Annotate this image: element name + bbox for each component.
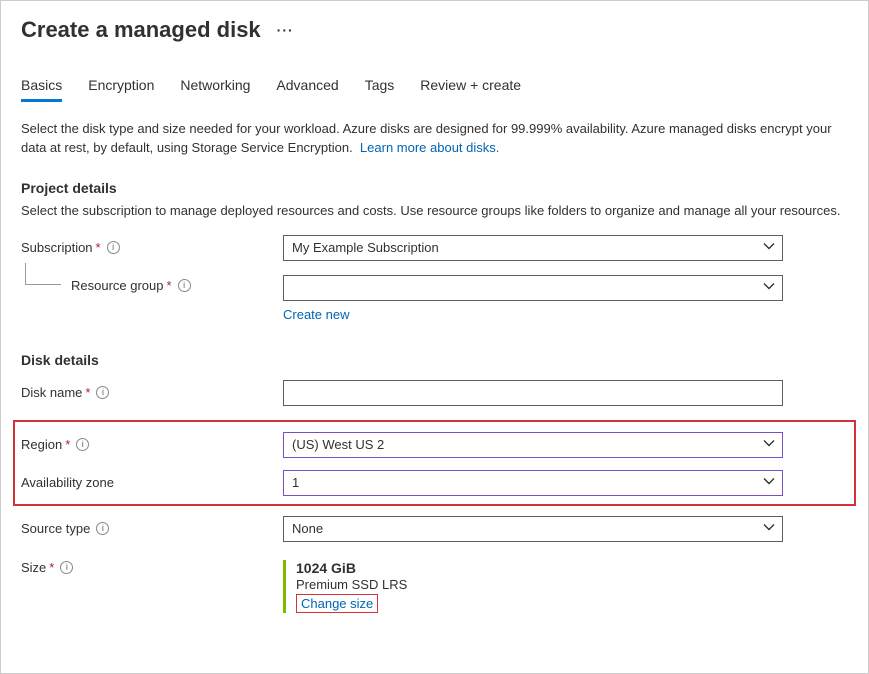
tab-encryption[interactable]: Encryption <box>88 77 154 102</box>
label-resource-group: Resource group <box>71 278 164 293</box>
intro-text: Select the disk type and size needed for… <box>21 120 848 158</box>
subscription-value: My Example Subscription <box>292 240 439 255</box>
label-region: Region <box>21 437 62 452</box>
row-size: Size * i 1024 GiB Premium SSD LRS Change… <box>21 560 848 613</box>
section-project-details: Project details <box>21 180 848 196</box>
required-icon: * <box>96 240 101 255</box>
tab-basics[interactable]: Basics <box>21 77 62 102</box>
size-value: 1024 GiB <box>296 560 783 576</box>
resource-group-select[interactable] <box>283 275 783 301</box>
label-size: Size <box>21 560 46 575</box>
info-icon[interactable]: i <box>60 561 73 574</box>
subscription-select[interactable]: My Example Subscription <box>283 235 783 261</box>
row-region: Region * i (US) West US 2 <box>21 432 848 458</box>
size-type: Premium SSD LRS <box>296 577 783 592</box>
indent-line <box>25 263 61 285</box>
disk-name-input[interactable] <box>283 380 783 406</box>
source-type-value: None <box>292 521 323 536</box>
highlight-region-zone: Region * i (US) West US 2 Availability z… <box>13 420 856 506</box>
info-icon[interactable]: i <box>76 438 89 451</box>
size-summary: 1024 GiB Premium SSD LRS Change size <box>283 560 783 613</box>
region-value: (US) West US 2 <box>292 437 384 452</box>
required-icon: * <box>167 278 172 293</box>
info-icon[interactable]: i <box>107 241 120 254</box>
tab-networking[interactable]: Networking <box>180 77 250 102</box>
required-icon: * <box>49 560 54 575</box>
label-source-type: Source type <box>21 521 90 536</box>
tab-review-create[interactable]: Review + create <box>420 77 521 102</box>
project-details-desc: Select the subscription to manage deploy… <box>21 202 848 221</box>
info-icon[interactable]: i <box>96 386 109 399</box>
info-icon[interactable]: i <box>96 522 109 535</box>
page-title-text: Create a managed disk <box>21 17 261 43</box>
source-type-select[interactable]: None <box>283 516 783 542</box>
row-availability-zone: Availability zone 1 <box>21 470 848 496</box>
more-icon[interactable]: ··· <box>277 22 294 38</box>
learn-more-link[interactable]: Learn more about disks. <box>360 140 499 155</box>
tab-advanced[interactable]: Advanced <box>276 77 338 102</box>
label-subscription: Subscription <box>21 240 93 255</box>
change-size-link[interactable]: Change size <box>301 596 373 611</box>
section-disk-details: Disk details <box>21 352 848 368</box>
row-subscription: Subscription * i My Example Subscription <box>21 235 848 261</box>
required-icon: * <box>65 437 70 452</box>
row-source-type: Source type i None <box>21 516 848 542</box>
tab-bar: Basics Encryption Networking Advanced Ta… <box>21 77 848 102</box>
availability-zone-select[interactable]: 1 <box>283 470 783 496</box>
label-availability-zone: Availability zone <box>21 475 114 490</box>
label-disk-name: Disk name <box>21 385 82 400</box>
info-icon[interactable]: i <box>178 279 191 292</box>
create-new-link[interactable]: Create new <box>283 307 783 322</box>
region-select[interactable]: (US) West US 2 <box>283 432 783 458</box>
row-resource-group: Resource group * i Create new <box>21 275 848 322</box>
page-title: Create a managed disk ··· <box>21 17 848 43</box>
tab-tags[interactable]: Tags <box>365 77 395 102</box>
required-icon: * <box>85 385 90 400</box>
availability-zone-value: 1 <box>292 475 299 490</box>
row-disk-name: Disk name * i <box>21 380 848 406</box>
